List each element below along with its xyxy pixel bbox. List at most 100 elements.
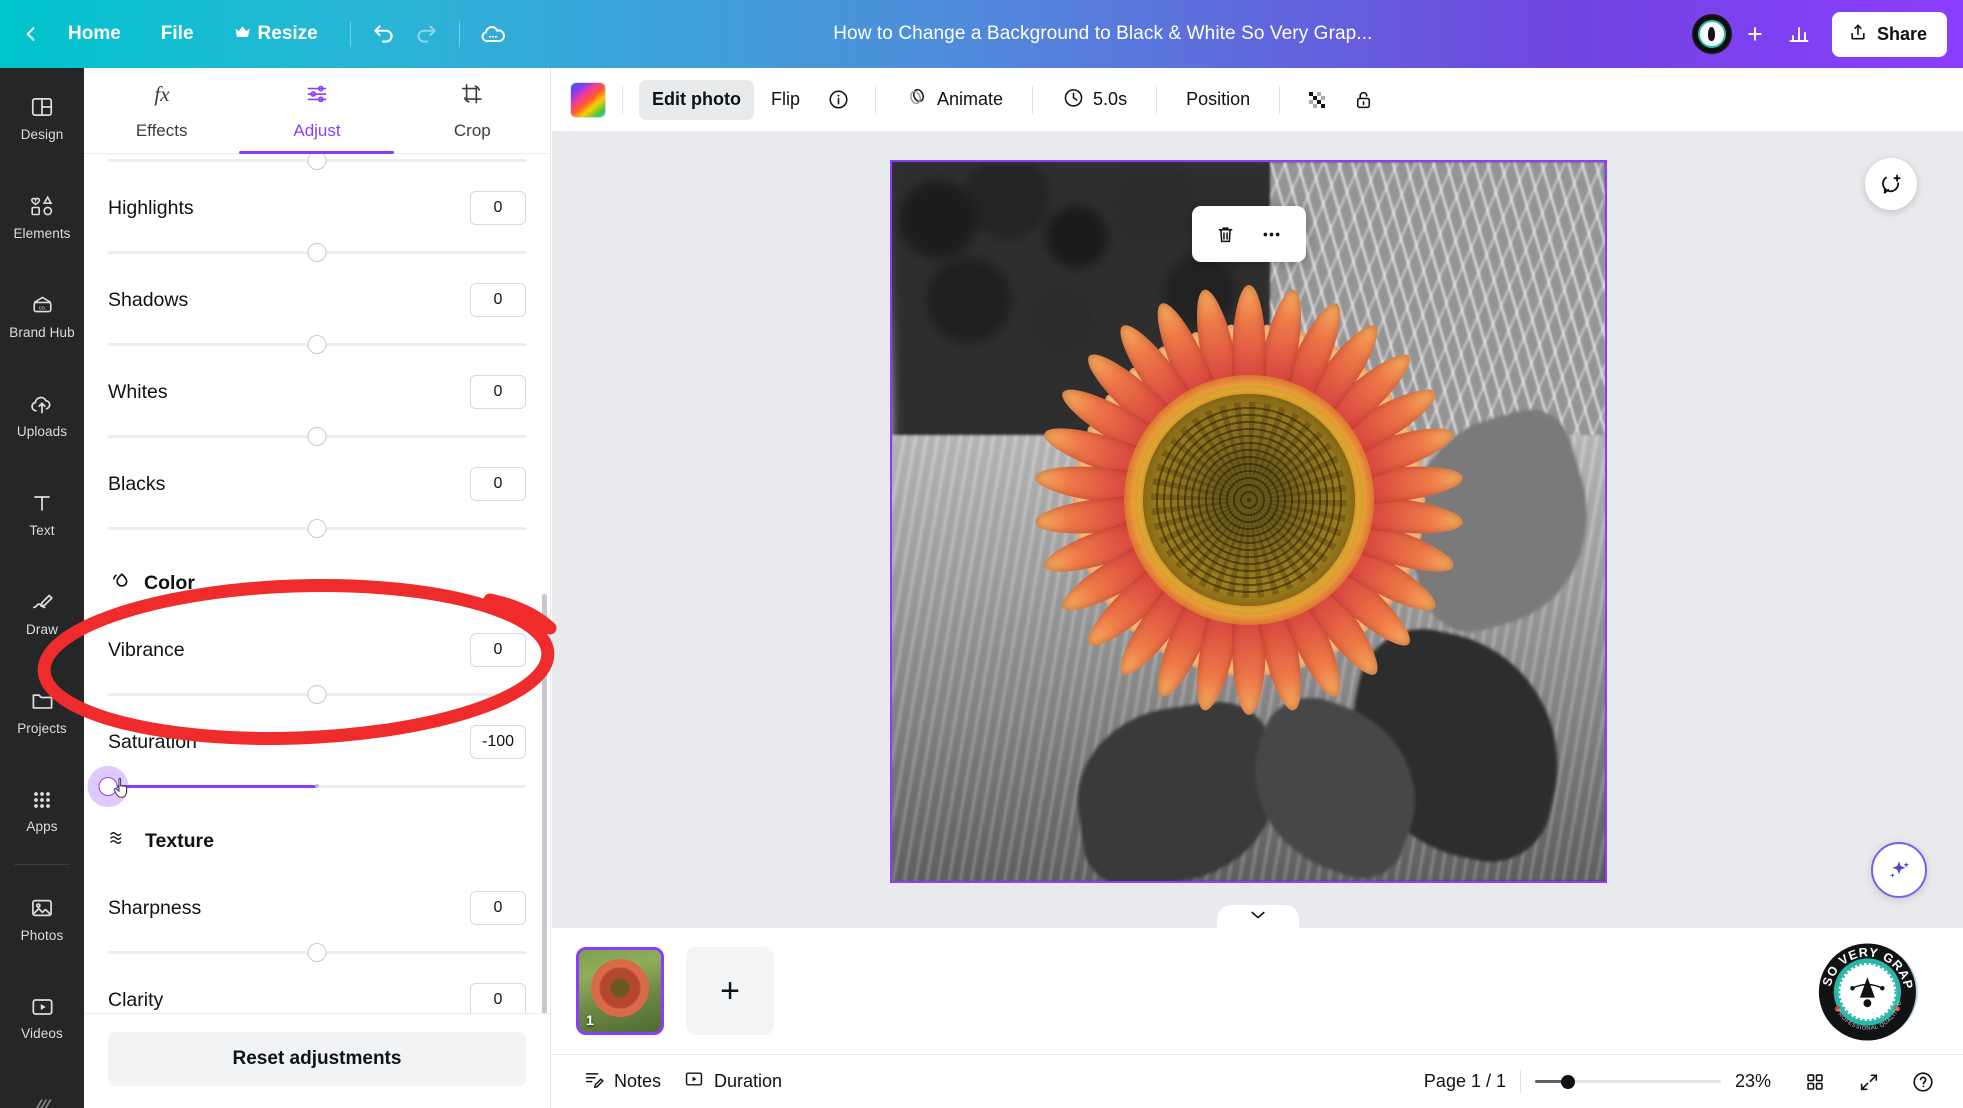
slider-thumb[interactable]	[98, 776, 118, 796]
avatar[interactable]	[1691, 14, 1732, 54]
share-upload-icon	[1848, 22, 1868, 47]
slider-partial-above[interactable]	[108, 154, 526, 178]
notes-label: Notes	[614, 1071, 662, 1091]
slider-value-input[interactable]: 0	[470, 283, 526, 317]
zoom-slider[interactable]	[1535, 1072, 1721, 1092]
slider-blacks[interactable]	[108, 510, 526, 546]
transparency-checker-icon[interactable]	[1296, 80, 1338, 120]
page-thumbnail-1[interactable]: 1	[576, 947, 664, 1035]
slider-label: Vibrance	[108, 638, 185, 661]
canvas-area[interactable]	[552, 132, 1963, 928]
toolbar-divider	[1032, 85, 1034, 114]
position-button[interactable]: Position	[1173, 80, 1263, 120]
more-options-button[interactable]	[1252, 215, 1292, 253]
crop-icon	[458, 81, 486, 112]
delete-button[interactable]	[1206, 215, 1246, 253]
slider-value-input[interactable]: 0	[470, 983, 526, 1013]
tab-effects[interactable]: fx Effects	[84, 81, 239, 153]
add-page-button[interactable]: +	[686, 947, 774, 1035]
row-header: Highlights 0	[108, 182, 526, 234]
slider-whites[interactable]	[108, 418, 526, 454]
insights-bar-chart-icon[interactable]	[1778, 13, 1820, 55]
bottom-bar: Notes Duration Page 1 / 1 23%	[552, 1054, 1963, 1108]
reset-adjustments-button[interactable]: Reset adjustments	[108, 1032, 526, 1086]
grid-view-button[interactable]	[1795, 1063, 1835, 1101]
cloud-saved-icon[interactable]	[472, 13, 514, 55]
fullscreen-button[interactable]	[1849, 1063, 1889, 1101]
photo-flower-color	[1014, 265, 1484, 735]
magic-assistant-button[interactable]	[1871, 842, 1927, 898]
slider-value-input[interactable]: -100	[470, 725, 526, 759]
slider-thumb[interactable]	[307, 426, 327, 446]
add-comment-button[interactable]	[1865, 158, 1917, 210]
adjust-sliders-icon	[303, 81, 331, 112]
tab-adjust[interactable]: Adjust	[239, 81, 395, 154]
sidebar-item-apps[interactable]: Apps	[0, 761, 84, 860]
thumbnail-flower	[591, 958, 649, 1017]
back-button[interactable]	[14, 17, 48, 51]
slider-label: Shadows	[108, 288, 189, 311]
clock-icon	[1062, 86, 1085, 114]
top-bar-right-group: + Share	[1691, 11, 1963, 57]
slider-thumb[interactable]	[307, 684, 327, 704]
notes-button[interactable]: Notes	[572, 1063, 672, 1101]
slider-thumb[interactable]	[307, 518, 327, 538]
duration-label: Duration	[714, 1071, 783, 1091]
tab-crop[interactable]: Crop	[395, 81, 550, 153]
add-collaborator-button[interactable]: +	[1736, 15, 1774, 53]
info-circle-icon[interactable]	[817, 80, 859, 120]
image-color-swatch[interactable]	[570, 81, 606, 118]
sidebar-item-uploads[interactable]: Uploads	[0, 365, 84, 464]
slider-highlights[interactable]	[108, 234, 526, 270]
redo-button[interactable]	[405, 13, 447, 55]
collapse-pages-button[interactable]	[1216, 905, 1299, 928]
resize-menu-button[interactable]: Resize	[214, 15, 338, 53]
artboard-selected-image[interactable]	[890, 160, 1607, 883]
toolbar-divider-2	[458, 21, 460, 47]
slider-saturation[interactable]	[98, 768, 526, 804]
slider-value-input[interactable]: 0	[470, 633, 526, 667]
share-button[interactable]: Share	[1831, 11, 1947, 57]
document-title[interactable]: How to Change a Background to Black & Wh…	[821, 17, 1384, 51]
slider-sharpness[interactable]	[108, 934, 526, 970]
undo-button[interactable]	[363, 13, 405, 55]
duration-button[interactable]: 5.0s	[1049, 80, 1140, 120]
slider-value-input[interactable]: 0	[470, 375, 526, 409]
duration-button[interactable]: Duration	[672, 1063, 793, 1101]
sidebar-item-background[interactable]: Background	[0, 1067, 84, 1108]
toolbar-divider-1	[349, 21, 351, 47]
file-menu-button[interactable]: File	[141, 15, 214, 53]
sidebar-item-photos[interactable]: Photos	[0, 869, 84, 968]
sidebar-item-projects[interactable]: Projects	[0, 662, 84, 761]
zoom-thumb[interactable]	[1561, 1074, 1576, 1089]
help-button[interactable]	[1903, 1063, 1943, 1101]
sidebar-item-draw[interactable]: Draw	[0, 563, 84, 662]
slider-thumb[interactable]	[307, 242, 327, 262]
home-menu-button[interactable]: Home	[48, 15, 141, 53]
sidebar-item-text[interactable]: Text	[0, 464, 84, 563]
slider-thumb[interactable]	[307, 154, 327, 170]
slider-thumb[interactable]	[307, 942, 327, 962]
panel-tabs: fx Effects Adjust Crop	[84, 68, 550, 154]
adjust-row-blacks: Blacks 0	[108, 454, 526, 546]
slider-shadows[interactable]	[108, 326, 526, 362]
slider-value-input[interactable]: 0	[470, 191, 526, 225]
sidebar-item-brand-hub[interactable]: co. Brand Hub	[0, 266, 84, 365]
lock-open-icon[interactable]	[1342, 80, 1384, 120]
panel-scrollbar[interactable]	[542, 594, 547, 1013]
slider-value-input[interactable]: 0	[470, 891, 526, 925]
slider-vibrance[interactable]	[108, 676, 526, 712]
adjust-panel: fx Effects Adjust Crop Highlights 0 Shad…	[84, 68, 551, 1108]
flip-button[interactable]: Flip	[758, 80, 813, 120]
slider-value-input[interactable]: 0	[470, 467, 526, 501]
toolbar-divider	[622, 85, 623, 114]
edit-photo-button[interactable]: Edit photo	[639, 79, 754, 120]
animate-button[interactable]: Animate	[892, 80, 1016, 120]
panel-scroll-content: Highlights 0 Shadows 0 Whites 0 Blacks 0…	[84, 154, 550, 1013]
svg-text:co.: co.	[38, 305, 46, 311]
sidebar-item-design[interactable]: Design	[0, 68, 84, 167]
sidebar-item-elements[interactable]: Elements	[0, 167, 84, 266]
sidebar-item-videos[interactable]: Videos	[0, 968, 84, 1067]
slider-thumb[interactable]	[307, 334, 327, 354]
sidebar-item-label: Draw	[26, 621, 58, 637]
